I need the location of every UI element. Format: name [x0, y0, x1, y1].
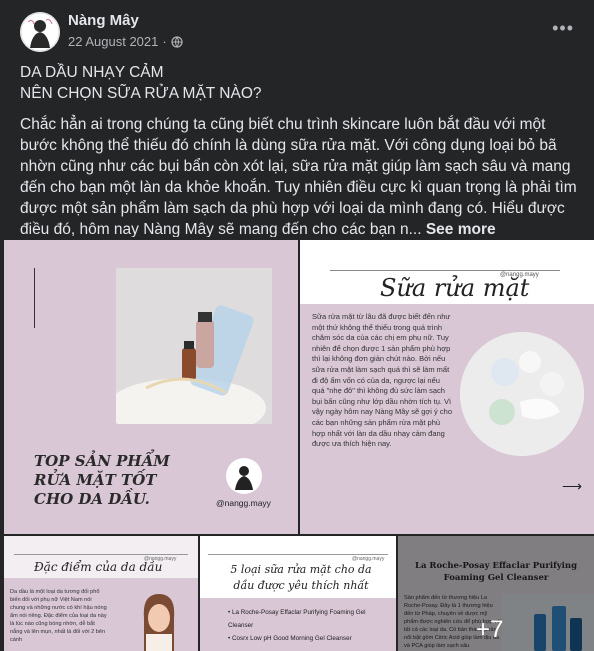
post-title-line-2: NÊN CHỌN SỮA RỬA MẶT NÀO? [20, 85, 262, 102]
intro-title: Sữa rửa mặt [380, 274, 530, 302]
brand-logo-icon [226, 458, 262, 494]
divider-line [14, 554, 188, 555]
author-avatar[interactable] [20, 12, 60, 52]
author-name[interactable]: Nàng Mây [68, 12, 139, 29]
oily-skin-title: Đặc điểm của da dầu [34, 560, 163, 574]
cream-swatch-photo [460, 332, 584, 456]
next-arrow-icon[interactable]: ⟶ [562, 478, 582, 495]
oily-skin-body: Da dầu là một loại da tương đối phổ biến… [10, 589, 107, 643]
divider-line [208, 554, 388, 555]
photo-tile-intro[interactable]: @nangg.mayy Sữa rửa mặt Sữa rửa mặt từ l… [300, 240, 594, 534]
globe-icon[interactable] [171, 35, 183, 48]
intro-body: Sữa rửa mặt từ lâu đã được biết đến như … [312, 312, 452, 449]
post-body-text: Chắc hẳn ai trong chúng ta cũng biết chu… [20, 116, 577, 238]
divider-line [34, 268, 35, 328]
woman-illustration-icon [136, 588, 182, 651]
top5-item: • La Roche-Posay Effaclar Purifying Foam… [228, 609, 366, 629]
post-header: Nàng Mây 22 August 2021 · ••• [0, 0, 594, 60]
post-text: DA DẦU NHẠY CẢM NÊN CHỌN SỮA RỬA MẶT NÀO… [20, 62, 580, 250]
divider-line [330, 270, 560, 271]
cream-swatches-icon [460, 332, 584, 456]
top5-item-text: La Roche-Posay Effaclar Purifying Foamin… [228, 609, 366, 629]
cover-title: TOP SẢN PHẨM RỬA MẶT TỐT CHO DA DẦU. [34, 452, 170, 508]
post-body: Chắc hẳn ai trong chúng ta cũng biết chu… [20, 114, 580, 240]
photo-grid: TOP SẢN PHẨM RỬA MẶT TỐT CHO DA DẦU. @na… [0, 237, 594, 651]
top5-list: • La Roche-Posay Effaclar Purifying Foam… [228, 606, 378, 645]
post-meta: 22 August 2021 · [68, 34, 183, 49]
see-more-link[interactable]: See more [426, 221, 496, 238]
top5-title: 5 loại sữa rửa mặt cho da dầu được yêu t… [230, 563, 372, 592]
avatar-illustration-icon [20, 12, 60, 52]
more-options-icon[interactable]: ••• [552, 18, 574, 39]
top5-item: • Cosrx Low pH Good Morning Gel Cleanser [228, 635, 352, 642]
photo-tile-top5[interactable]: @nangg.mayy 5 loại sữa rửa mặt cho da dầ… [200, 536, 396, 651]
meta-dot: · [162, 34, 167, 49]
cosmetics-bottles-icon [106, 268, 272, 438]
more-photos-count[interactable]: +7 [476, 616, 503, 644]
post-title: DA DẦU NHẠY CẢM NÊN CHỌN SỮA RỬA MẶT NÀO… [20, 62, 580, 104]
product-photo [106, 268, 272, 438]
photo-tile-product[interactable]: La Roche-Posay Effaclar Purifying Foamin… [398, 536, 594, 651]
photo-tile-oily-skin[interactable]: @nangg.mayy Đặc điểm của da dầu Da dầu l… [4, 536, 198, 651]
post-title-line-1: DA DẦU NHẠY CẢM [20, 64, 164, 81]
photo-tile-cover[interactable]: TOP SẢN PHẨM RỬA MẶT TỐT CHO DA DẦU. @na… [4, 240, 298, 534]
top5-item-text: Cosrx Low pH Good Morning Gel Cleanser [231, 635, 352, 642]
cover-handle: @nangg.mayy [216, 498, 271, 508]
post-date[interactable]: 22 August 2021 [68, 34, 158, 49]
